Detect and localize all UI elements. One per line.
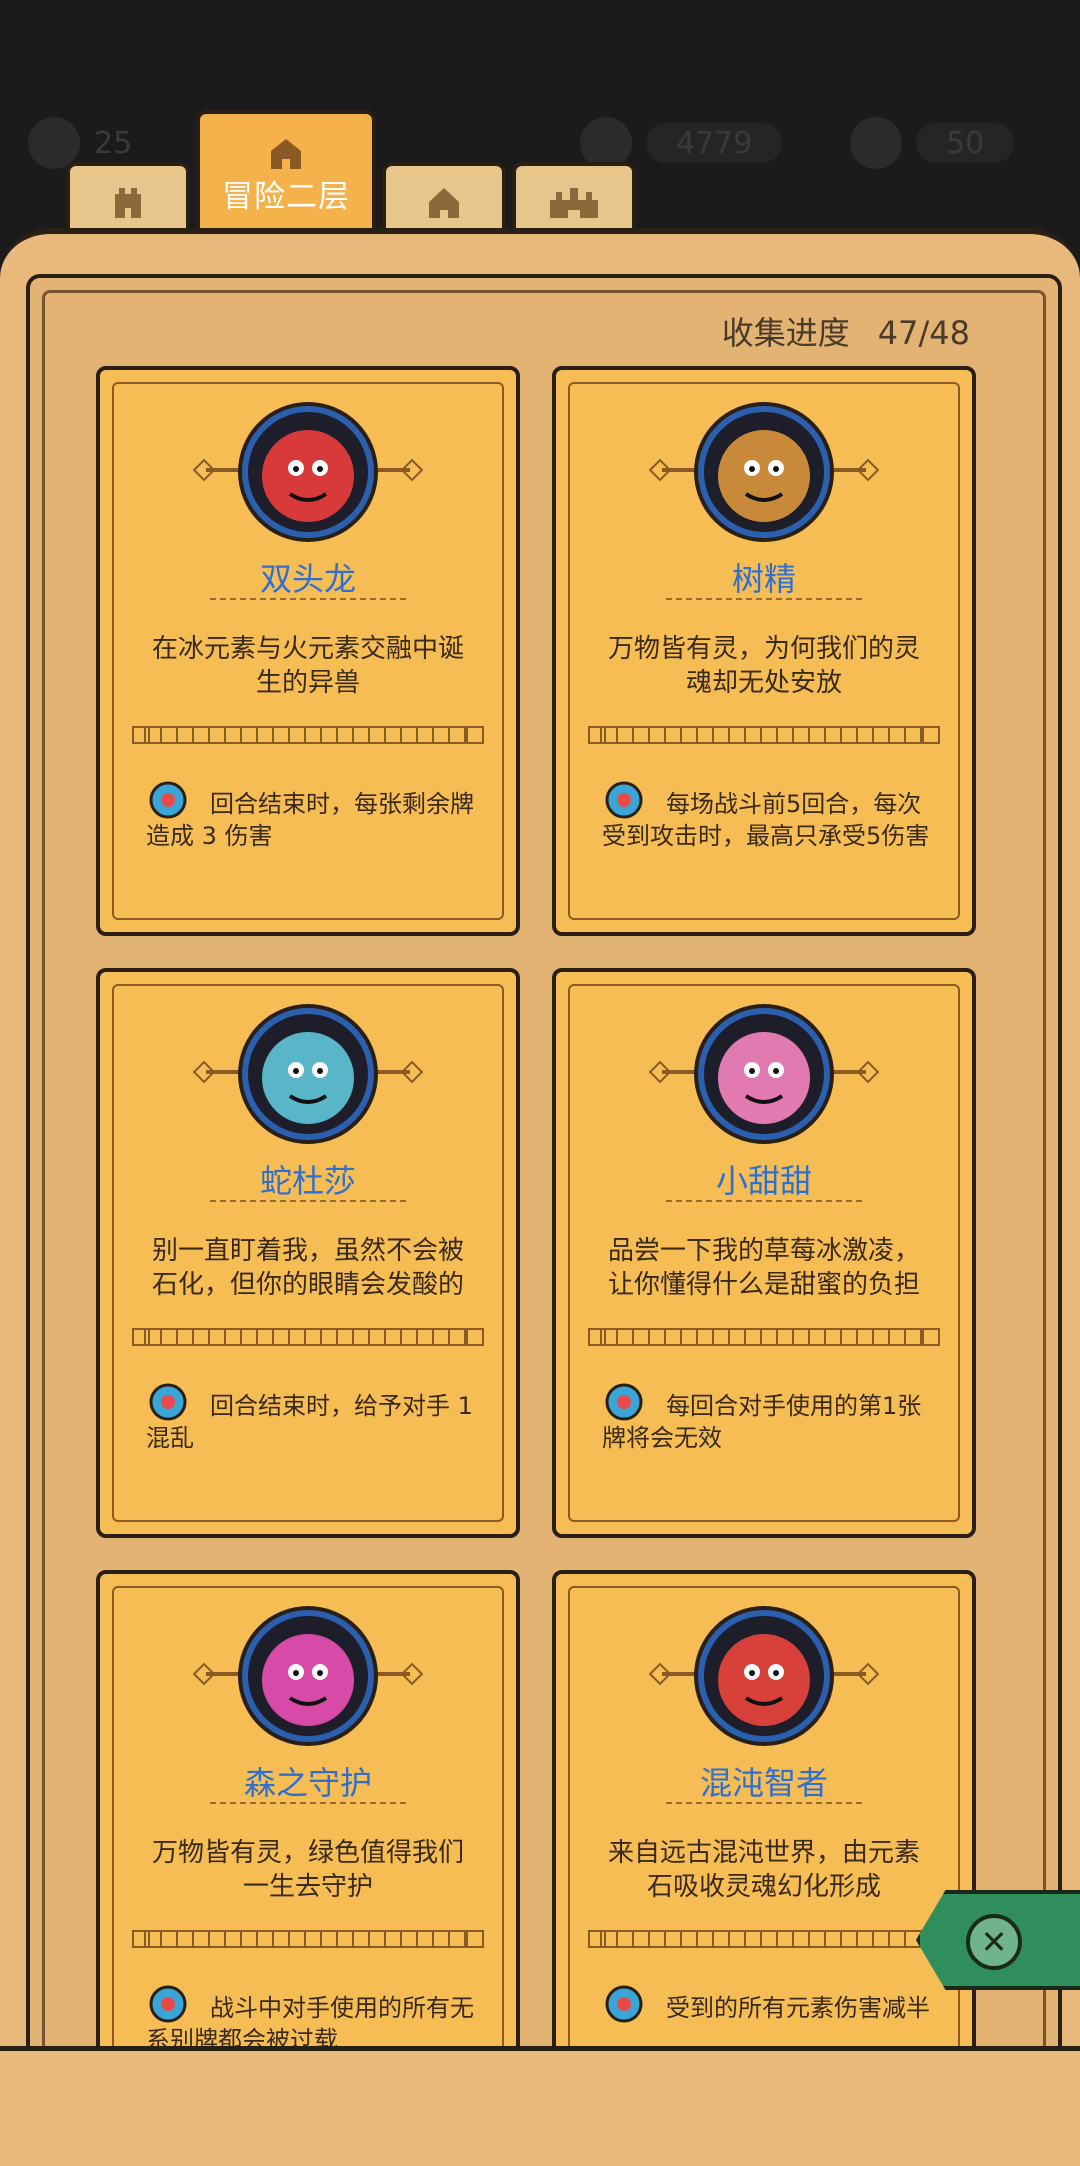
card-divider bbox=[588, 726, 940, 744]
monster-portrait bbox=[698, 1008, 830, 1140]
progress-label: 收集进度 bbox=[721, 314, 850, 352]
name-underline bbox=[666, 598, 862, 600]
monster-name: 双头龙 bbox=[259, 560, 356, 598]
monster-name: 混沌智者 bbox=[699, 1764, 828, 1802]
monster-card[interactable]: 蛇杜莎 别一直盯着我，虽然不会被石化，但你的眼睛会发酸的 回合结束时，给予对手 … bbox=[96, 968, 520, 1538]
level-value: 25 bbox=[94, 125, 133, 161]
gems-stat: 50 bbox=[850, 117, 1015, 169]
name-underline bbox=[210, 1200, 406, 1202]
monster-name: 森之守护 bbox=[243, 1764, 372, 1802]
church-icon bbox=[429, 188, 459, 218]
castle-icon bbox=[271, 138, 301, 169]
ability-text: 每回合对手使用的第1张牌将会无效 bbox=[602, 1392, 922, 1452]
close-icon: ✕ bbox=[980, 1923, 1008, 1961]
card-divider bbox=[132, 1930, 484, 1948]
tab-floor-1[interactable] bbox=[66, 162, 190, 236]
portrait-fill bbox=[718, 1032, 810, 1124]
level-icon bbox=[28, 117, 80, 169]
name-underline bbox=[210, 1802, 406, 1804]
tab-floor-2[interactable]: 冒险二层 bbox=[196, 110, 376, 236]
monster-name: 小甜甜 bbox=[715, 1162, 812, 1200]
crystals-value: 4779 bbox=[676, 125, 753, 161]
tab-floor-4[interactable] bbox=[512, 162, 636, 236]
monster-description: 在冰元素与火元素交融中诞生的异兽 bbox=[151, 634, 464, 698]
ability-text: 受到的所有元素伤害减半 bbox=[666, 1994, 930, 2022]
ability-text: 每场战斗前5回合，每次受到攻击时，最高只承受5伤害 bbox=[602, 790, 930, 850]
portrait-fill bbox=[718, 1634, 810, 1726]
monster-portrait bbox=[698, 406, 830, 538]
portrait-fill bbox=[262, 1634, 354, 1726]
name-underline bbox=[666, 1802, 862, 1804]
portrait-fill bbox=[262, 430, 354, 522]
tab-floor-3[interactable] bbox=[382, 162, 506, 236]
name-underline bbox=[210, 598, 406, 600]
gems-value: 50 bbox=[946, 125, 985, 161]
card-divider bbox=[132, 726, 484, 744]
monster-card[interactable]: 树精 万物皆有灵，为何我们的灵魂却无处安放 每场战斗前5回合，每次受到攻击时，最… bbox=[552, 366, 976, 936]
gem-icon bbox=[850, 117, 902, 169]
progress-value: 47/48 bbox=[877, 314, 970, 352]
monster-portrait bbox=[242, 1610, 374, 1742]
ability-text: 回合结束时，每张剩余牌造成 3 伤害 bbox=[146, 790, 474, 850]
palace-icon bbox=[550, 188, 598, 218]
close-button[interactable]: ✕ bbox=[966, 1914, 1022, 1970]
monster-description: 品尝一下我的草莓冰激凌，让你懂得什么是甜蜜的负担 bbox=[607, 1236, 920, 1300]
monster-name: 树精 bbox=[731, 560, 796, 598]
ability-text: 回合结束时，给予对手 1 混乱 bbox=[146, 1392, 473, 1452]
monster-portrait bbox=[242, 406, 374, 538]
portrait-fill bbox=[718, 430, 810, 522]
tower-icon bbox=[115, 188, 141, 218]
monster-name: 蛇杜莎 bbox=[259, 1162, 356, 1200]
monster-description: 万物皆有灵，绿色值得我们一生去守护 bbox=[151, 1838, 464, 1902]
collection-progress: 收集进度 47/48 bbox=[722, 308, 970, 354]
crystals-stat: 4779 bbox=[580, 117, 783, 169]
monster-card[interactable]: 小甜甜 品尝一下我的草莓冰激凌，让你懂得什么是甜蜜的负担 每回合对手使用的第1张… bbox=[552, 968, 976, 1538]
tab-floor-2-label: 冒险二层 bbox=[222, 178, 350, 215]
monster-portrait bbox=[242, 1008, 374, 1140]
card-divider bbox=[588, 1930, 940, 1948]
portrait-fill bbox=[262, 1032, 354, 1124]
card-divider bbox=[588, 1328, 940, 1346]
bottom-bar bbox=[0, 2046, 1080, 2165]
monster-description: 来自远古混沌世界，由元素石吸收灵魂幻化形成 bbox=[607, 1838, 920, 1902]
monster-description: 别一直盯着我，虽然不会被石化，但你的眼睛会发酸的 bbox=[151, 1236, 464, 1300]
monster-card[interactable]: 双头龙 在冰元素与火元素交融中诞生的异兽 回合结束时，每张剩余牌造成 3 伤害 bbox=[96, 366, 520, 936]
monster-portrait bbox=[698, 1610, 830, 1742]
name-underline bbox=[666, 1200, 862, 1202]
level-stat: 25 bbox=[28, 117, 133, 169]
card-divider bbox=[132, 1328, 484, 1346]
monster-description: 万物皆有灵，为何我们的灵魂却无处安放 bbox=[607, 634, 920, 698]
